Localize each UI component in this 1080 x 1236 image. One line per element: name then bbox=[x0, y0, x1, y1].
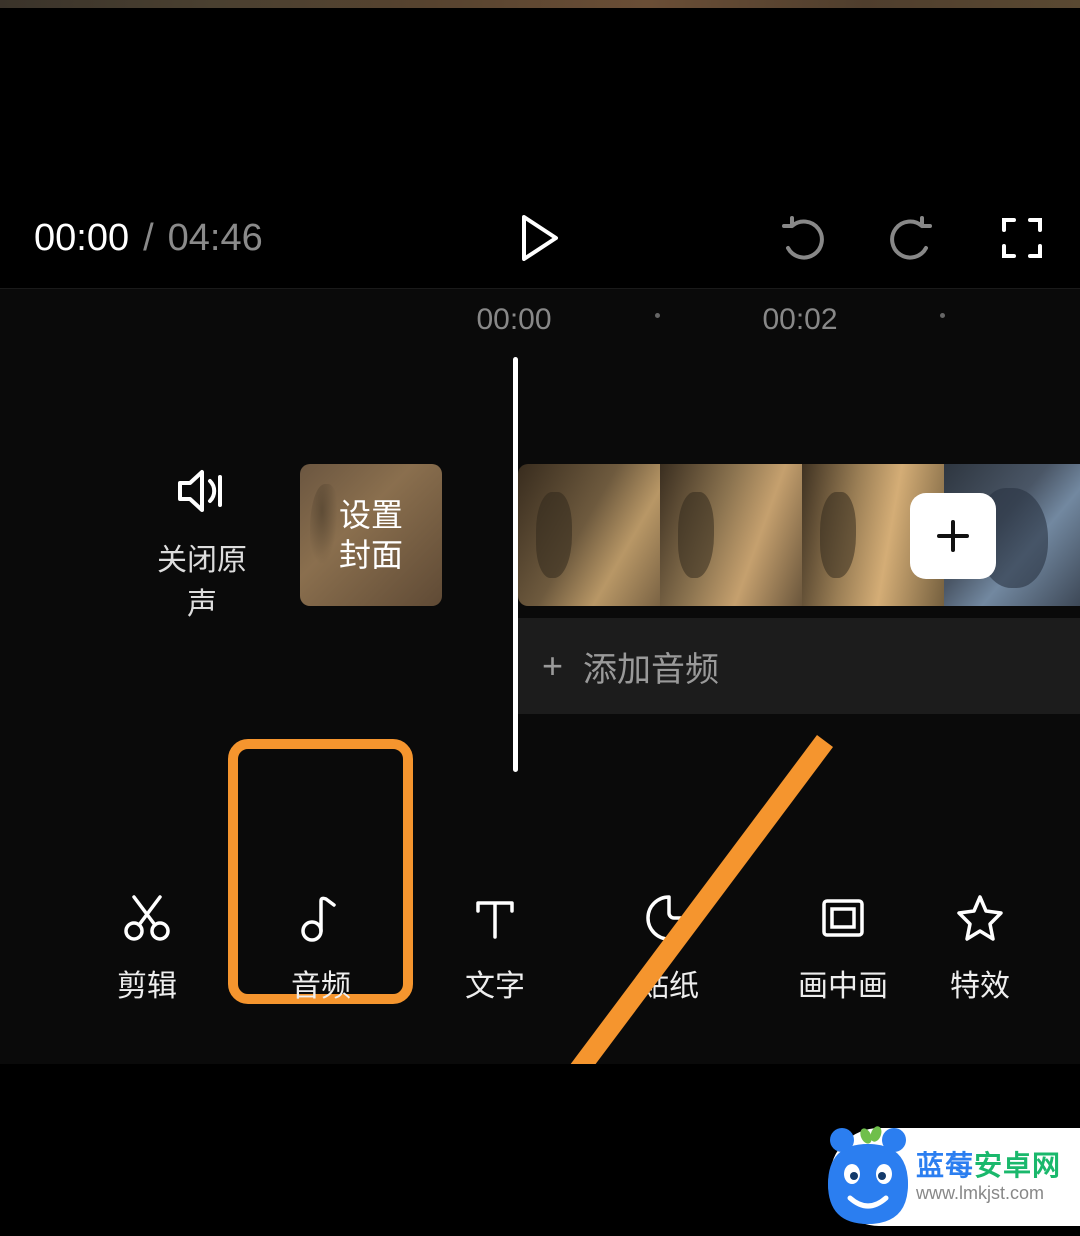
set-cover-label: 设置 封面 bbox=[339, 495, 403, 575]
tool-pip[interactable]: 画中画 bbox=[756, 893, 930, 1005]
speaker-icon bbox=[178, 469, 226, 517]
pip-icon bbox=[818, 893, 868, 943]
ruler-tick-icon bbox=[655, 313, 660, 318]
undo-icon bbox=[778, 214, 826, 262]
redo-button[interactable] bbox=[888, 214, 936, 262]
fullscreen-button[interactable] bbox=[998, 214, 1046, 262]
tool-label: 贴纸 bbox=[639, 961, 699, 1005]
mute-label: 关闭原声 bbox=[152, 535, 252, 623]
watermark-brand: 蓝莓安卓网 bbox=[916, 1152, 1061, 1180]
scissors-icon bbox=[122, 893, 172, 943]
timeline-area: 00:00 00:02 关闭原声 设置 封面 + 添加音频 bbox=[0, 288, 1080, 1064]
time-display: 00:00 / 04:46 bbox=[34, 217, 263, 260]
player-controls-bar: 00:00 / 04:46 bbox=[0, 188, 1080, 288]
ruler-tick-icon bbox=[940, 313, 945, 318]
star-icon bbox=[955, 893, 1005, 943]
tool-audio[interactable]: 音频 bbox=[234, 893, 408, 1005]
ruler-time-0: 00:00 bbox=[476, 303, 551, 337]
tool-text[interactable]: 文字 bbox=[408, 893, 582, 1005]
timeline-ruler[interactable]: 00:00 00:02 bbox=[0, 289, 1080, 345]
set-cover-button[interactable]: 设置 封面 bbox=[300, 464, 442, 606]
bottom-toolbar: 剪辑 音频 文字 贴纸 画中画 bbox=[0, 834, 1080, 1064]
watermark: 蓝莓安卓网 www.lmkjst.com bbox=[840, 1126, 1080, 1236]
play-button[interactable] bbox=[516, 214, 564, 262]
player-controls-right bbox=[778, 214, 1046, 262]
mascot-icon bbox=[820, 1120, 916, 1228]
tool-label: 特效 bbox=[950, 961, 1010, 1005]
clip-frame[interactable] bbox=[660, 464, 802, 606]
sticker-icon bbox=[644, 893, 694, 943]
plus-icon bbox=[933, 516, 973, 556]
ruler-time-1: 00:02 bbox=[762, 303, 837, 337]
add-clip-button[interactable] bbox=[910, 493, 996, 579]
tool-label: 剪辑 bbox=[117, 961, 177, 1005]
add-audio-button[interactable]: + 添加音频 bbox=[518, 618, 1080, 714]
undo-button[interactable] bbox=[778, 214, 826, 262]
fullscreen-icon bbox=[1000, 216, 1044, 260]
tool-effects[interactable]: 特效 bbox=[930, 893, 1030, 1005]
total-time: 04:46 bbox=[168, 217, 263, 260]
current-time: 00:00 bbox=[34, 217, 129, 260]
time-separator: / bbox=[143, 217, 154, 260]
playhead[interactable] bbox=[513, 357, 518, 772]
watermark-pill: 蓝莓安卓网 www.lmkjst.com bbox=[830, 1128, 1080, 1226]
tool-edit[interactable]: 剪辑 bbox=[60, 893, 234, 1005]
plus-icon: + bbox=[542, 645, 563, 687]
watermark-url: www.lmkjst.com bbox=[916, 1184, 1061, 1202]
add-audio-label: 添加音频 bbox=[583, 642, 719, 691]
player-area: 00:00 / 04:46 bbox=[0, 8, 1080, 288]
music-note-icon bbox=[296, 893, 346, 943]
tool-label: 文字 bbox=[465, 961, 525, 1005]
video-preview-strip bbox=[0, 0, 1080, 8]
tool-sticker[interactable]: 贴纸 bbox=[582, 893, 756, 1005]
mute-original-sound-button[interactable]: 关闭原声 bbox=[152, 469, 252, 623]
redo-icon bbox=[888, 214, 936, 262]
clip-frame[interactable] bbox=[518, 464, 660, 606]
tool-label: 音频 bbox=[291, 961, 351, 1005]
play-icon bbox=[520, 215, 560, 261]
tool-label: 画中画 bbox=[798, 961, 888, 1005]
text-icon bbox=[470, 893, 520, 943]
